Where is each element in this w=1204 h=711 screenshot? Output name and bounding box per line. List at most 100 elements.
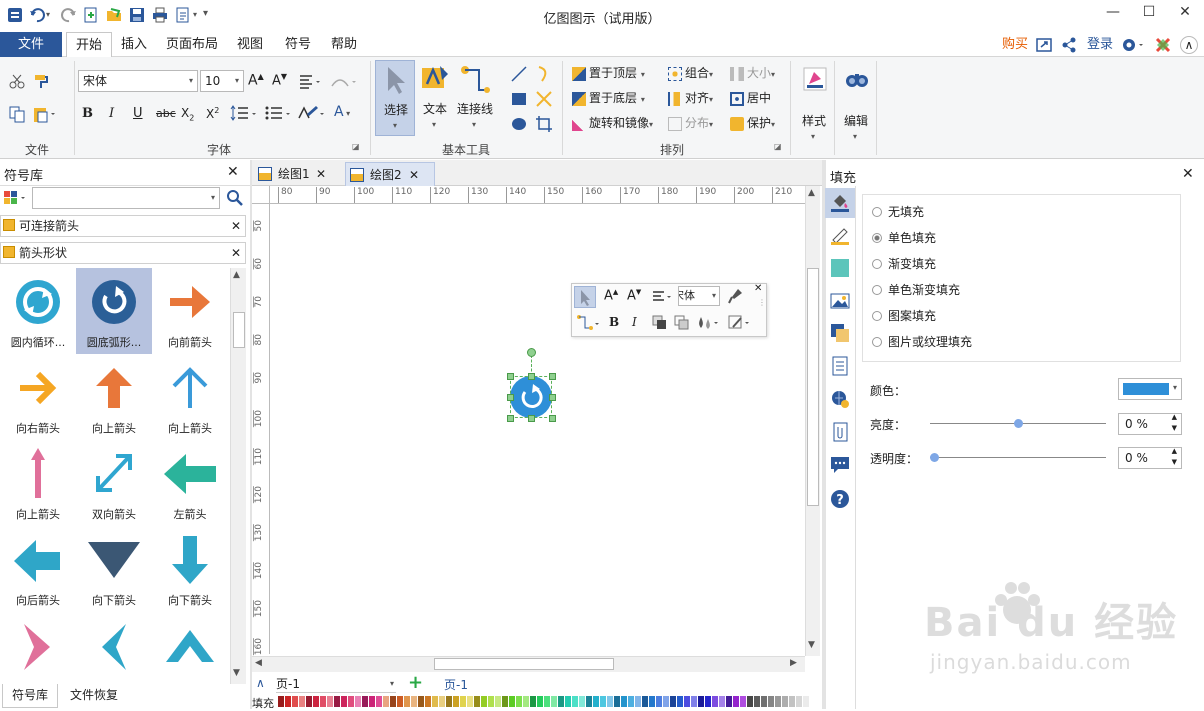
palette-swatch[interactable] xyxy=(614,696,620,707)
mini-line-color-icon[interactable] xyxy=(728,315,754,331)
palette-swatch[interactable] xyxy=(579,696,585,707)
fill-icon[interactable] xyxy=(830,193,850,213)
attachment-icon[interactable] xyxy=(830,422,850,442)
close-tab-icon[interactable]: ✕ xyxy=(409,163,419,187)
line-tool-icon[interactable] xyxy=(509,64,529,84)
shape-forward-arrow[interactable]: 向前箭头 xyxy=(152,268,228,354)
palette-swatch[interactable] xyxy=(341,696,347,707)
palette-swatch[interactable] xyxy=(390,696,396,707)
palette-swatch[interactable] xyxy=(397,696,403,707)
line-spacing-icon[interactable] xyxy=(230,104,260,122)
rotate-mirror-button[interactable]: 旋转和镜像▾ xyxy=(572,113,653,133)
text-highlight-icon[interactable] xyxy=(296,104,326,122)
strikethrough-icon[interactable]: abc xyxy=(156,107,176,120)
fill-option-radio[interactable]: 无填充 xyxy=(872,202,924,222)
italic-icon[interactable]: I xyxy=(109,106,114,121)
distribute-button[interactable]: 分布▾ xyxy=(668,113,713,133)
page-nav-up-icon[interactable]: ∧ xyxy=(256,676,265,690)
canvas-horizontal-scrollbar[interactable]: ◀ ▶ xyxy=(252,656,805,672)
palette-swatch[interactable] xyxy=(502,696,508,707)
bold-icon[interactable]: B xyxy=(82,106,93,121)
shape-up-arrow-blue[interactable]: 向上箭头 xyxy=(152,354,228,440)
palette-swatch[interactable] xyxy=(425,696,431,707)
tab-symbols[interactable]: 符号 xyxy=(278,32,318,57)
shape-up-arrow-orange[interactable]: 向上箭头 xyxy=(76,354,152,440)
mini-font-select[interactable]: 宋体▾ xyxy=(678,286,720,306)
mini-bold-icon[interactable]: B xyxy=(609,315,619,329)
shape-chevron-right[interactable] xyxy=(0,612,76,682)
connector-tool-button[interactable]: 连接线 ▾ xyxy=(455,62,495,136)
shape-circle-arc[interactable]: 圆底弧形... xyxy=(76,268,152,354)
paste-icon[interactable] xyxy=(32,105,58,123)
resize-handle[interactable] xyxy=(528,415,535,422)
resize-handle[interactable] xyxy=(549,394,556,401)
palette-swatch[interactable] xyxy=(285,696,291,707)
transparency-slider[interactable] xyxy=(930,453,1106,462)
palette-swatch[interactable] xyxy=(677,696,683,707)
palette-swatch[interactable] xyxy=(530,696,536,707)
palette-swatch[interactable] xyxy=(418,696,424,707)
crop-tool-icon[interactable] xyxy=(534,114,554,134)
palette-swatch[interactable] xyxy=(446,696,452,707)
resize-handle[interactable] xyxy=(507,415,514,422)
scroll-down-icon[interactable]: ▼ xyxy=(808,640,815,650)
fill-option-radio[interactable]: 单色渐变填充 xyxy=(872,280,960,300)
palette-swatch[interactable] xyxy=(572,696,578,707)
palette-swatch[interactable] xyxy=(509,696,515,707)
maximize-icon[interactable]: ☐ xyxy=(1138,4,1160,22)
scroll-down-icon[interactable]: ▼ xyxy=(233,668,240,678)
fill-option-radio[interactable]: 渐变填充 xyxy=(872,254,936,274)
comment-icon[interactable] xyxy=(830,455,850,475)
arc-tool-icon[interactable] xyxy=(534,64,554,84)
size-button[interactable]: 大小▾ xyxy=(730,63,775,83)
brightness-slider-thumb[interactable] xyxy=(1014,419,1023,428)
canvas-hscroll-thumb[interactable] xyxy=(434,658,614,670)
palette-swatch[interactable] xyxy=(474,696,480,707)
mini-align-icon[interactable] xyxy=(652,288,676,306)
mini-group-icon[interactable] xyxy=(674,315,690,331)
spinner-arrows-icon[interactable]: ▲ ▼ xyxy=(1172,412,1177,434)
share-icon[interactable] xyxy=(1060,36,1078,54)
brightness-slider[interactable] xyxy=(930,419,1106,428)
text-direction-icon[interactable] xyxy=(330,72,360,90)
palette-swatch[interactable] xyxy=(705,696,711,707)
increase-font-icon[interactable]: A▲ xyxy=(248,72,264,89)
palette-swatch[interactable] xyxy=(789,696,795,707)
palette-swatch[interactable] xyxy=(796,696,802,707)
line-icon[interactable] xyxy=(830,226,850,246)
shape-back-arrow[interactable]: 向后箭头 xyxy=(0,526,76,612)
palette-swatch[interactable] xyxy=(327,696,333,707)
style-button[interactable]: 样式 ▾ xyxy=(796,64,832,144)
palette-swatches[interactable] xyxy=(278,696,810,707)
arrange-dialog-launcher-icon[interactable]: ◪ xyxy=(774,142,782,151)
shape-chevron-left[interactable] xyxy=(76,612,152,682)
minimize-icon[interactable]: — xyxy=(1102,4,1124,22)
mini-connector-icon[interactable] xyxy=(576,314,602,332)
palette-swatch[interactable] xyxy=(635,696,641,707)
layer-icon[interactable] xyxy=(830,323,850,343)
rectangle-tool-icon[interactable] xyxy=(509,89,529,109)
canvas-vscroll-thumb[interactable] xyxy=(807,268,819,506)
palette-swatch[interactable] xyxy=(733,696,739,707)
palette-swatch[interactable] xyxy=(334,696,340,707)
cut-icon[interactable] xyxy=(8,72,26,90)
palette-swatch[interactable] xyxy=(355,696,361,707)
group-button[interactable]: 组合▾ xyxy=(668,63,713,83)
mini-more-icon[interactable]: ⋮ xyxy=(758,299,766,307)
palette-swatch[interactable] xyxy=(565,696,571,707)
library-search-input[interactable]: ▾ xyxy=(32,187,220,209)
shape-up-arrow-pink[interactable]: 向上箭头 xyxy=(0,440,76,526)
library-scrollbar[interactable]: ▲ ▼ xyxy=(230,268,246,684)
scroll-right-icon[interactable]: ▶ xyxy=(790,658,797,668)
palette-swatch[interactable] xyxy=(691,696,697,707)
transparency-slider-thumb[interactable] xyxy=(930,453,939,462)
palette-swatch[interactable] xyxy=(383,696,389,707)
scroll-up-icon[interactable]: ▲ xyxy=(233,270,240,280)
library-menu-icon[interactable] xyxy=(2,189,30,207)
text-align-icon[interactable] xyxy=(298,72,324,90)
palette-swatch[interactable] xyxy=(439,696,445,707)
tab-help[interactable]: 帮助 xyxy=(324,32,364,57)
bring-to-front-button[interactable]: 置于顶层 ▾ xyxy=(572,63,645,83)
help-icon[interactable]: ? xyxy=(830,489,850,509)
mini-bring-front-icon[interactable] xyxy=(652,315,668,331)
